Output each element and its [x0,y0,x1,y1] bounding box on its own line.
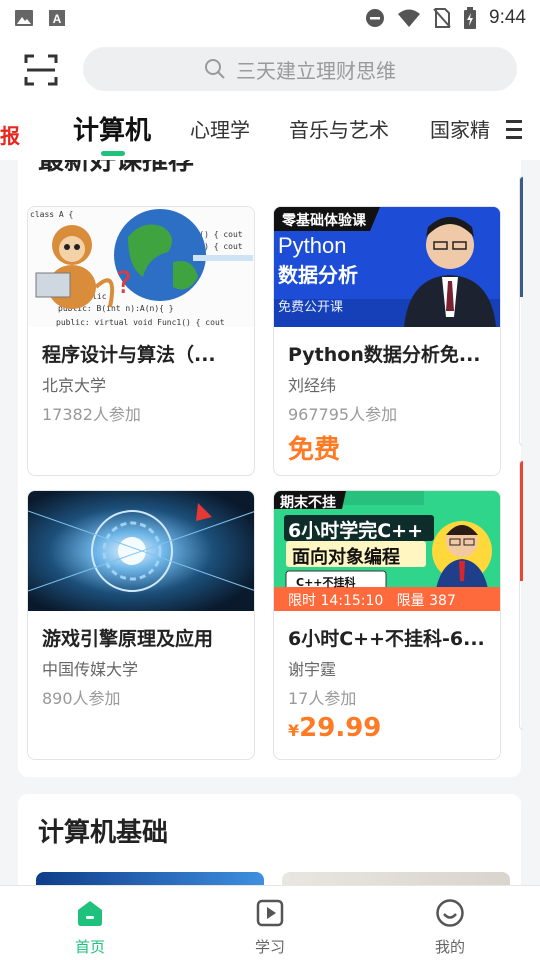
nav-me[interactable]: 我的 [390,886,510,960]
course-participants: 17382人参加 [42,405,141,424]
thumb-title-main: Python [278,233,347,258]
next-card-peek[interactable] [519,460,523,730]
currency-symbol: ¥ [288,721,300,740]
nav-home[interactable]: 首页 [30,886,150,960]
course-teacher: 刘经纬 [288,376,337,395]
course-school: 中国传媒大学 [42,660,139,679]
course-card-python[interactable]: 零基础体验课 Python 数据分析 免费公开课 Python数据分析免... … [273,206,501,476]
course-school: 北京大学 [42,376,107,395]
section-new-courses: 最新好课推荐 class A { unc2() { cout unc1() { … [18,160,523,777]
search-placeholder: 三天建立理财思维 [236,58,396,83]
svg-text:A: A [53,12,62,26]
thumb-title-sub: 数据分析 [278,263,358,287]
tab-computer[interactable]: 计算机 [73,110,151,147]
main-content[interactable]: 最新好课推荐 class A { unc2() { cout unc1() { … [0,160,540,885]
play-icon [256,899,284,927]
tab-music-art[interactable]: 音乐与艺术 [289,114,389,143]
smile-icon [436,899,464,927]
no-sim-icon [433,8,451,28]
menu-icon[interactable] [506,120,522,140]
course-title: 游戏引擎原理及应用 [42,628,214,650]
category-tabs: 报 计算机 心理学 音乐与艺术 国家精 [0,102,540,160]
course-thumbnail: class A { unc2() { cout unc1() { cout B:… [28,207,254,327]
svg-text:class A {: class A { [30,210,73,219]
course-thumbnail: 期末不挂 6小时学完C++ 面向对象编程 C++不挂科 限时 14:15:10 … [274,491,500,611]
wifi-icon [398,9,421,27]
section-title: 计算机基础 [38,818,169,848]
course-card-algorithms[interactable]: class A { unc2() { cout unc1() { cout B:… [27,206,255,476]
course-teacher: 谢宇霆 [288,660,337,679]
bottom-navigation: 首页 学习 我的 [0,885,540,960]
limited-time-bar: 限时 14:15:10 限量 387 [288,593,456,609]
course-thumbnail: 零基础体验课 Python 数据分析 免费公开课 [274,207,500,327]
thumb-title-main: 6小时学完C++ [288,520,424,542]
nav-label: 首页 [74,938,105,956]
course-badge: 零基础体验课 [282,213,366,229]
top-bar: 三天建立理财思维 [0,36,540,102]
nav-study[interactable]: 学习 [210,886,330,960]
tab-indicator [101,151,125,156]
thumb-note: 免费公开课 [278,300,344,315]
course-participants: 17人参加 [288,689,357,708]
status-bar: A 9:44 [0,0,540,36]
nav-label: 我的 [434,938,465,956]
course-card-cpp[interactable]: 期末不挂 6小时学完C++ 面向对象编程 C++不挂科 限时 14:15:10 … [273,490,501,760]
home-icon [78,901,102,926]
tab-psychology[interactable]: 心理学 [190,114,250,143]
svg-text:public: virtual void Func1() {: public: virtual void Func1() { cout [56,318,225,327]
course-title: 程序设计与算法（... [42,344,216,366]
thumb-title-sub: 面向对象编程 [292,547,400,568]
course-title: 6小时C++不挂科-6... [288,628,485,650]
course-price: ¥29.99 [288,713,381,743]
tab-badge[interactable]: 报 [0,120,20,149]
next-card-peek[interactable] [519,176,523,446]
course-thumbnail[interactable] [36,872,264,885]
price-value: 29.99 [299,713,382,743]
course-badge: 期末不挂 [280,495,336,511]
course-title: Python数据分析免... [288,344,481,366]
course-price: 免费 [288,435,341,465]
svg-text:?: ? [116,266,132,301]
scan-icon[interactable] [24,53,58,87]
course-participants: 967795人参加 [288,405,398,424]
section-title: 最新好课推荐 [38,160,195,176]
search-icon [205,59,225,79]
text-notification-icon: A [49,10,65,26]
course-card-game-engine[interactable]: 游戏引擎原理及应用 中国传媒大学 890人参加 [27,490,255,760]
search-box[interactable]: 三天建立理财思维 [83,47,517,91]
battery-icon [464,7,477,29]
nav-label: 学习 [254,938,285,956]
do-not-disturb-icon [366,9,385,27]
course-thumbnail [28,491,254,611]
gallery-notification-icon [15,10,33,26]
thumb-tag: C++不挂科 [296,576,356,589]
course-thumbnail[interactable] [282,872,510,885]
course-participants: 890人参加 [42,689,121,708]
tab-national[interactable]: 国家精 [430,114,490,143]
section-computer-basics: 计算机基础 [18,794,521,885]
status-time: 9:44 [489,7,526,28]
